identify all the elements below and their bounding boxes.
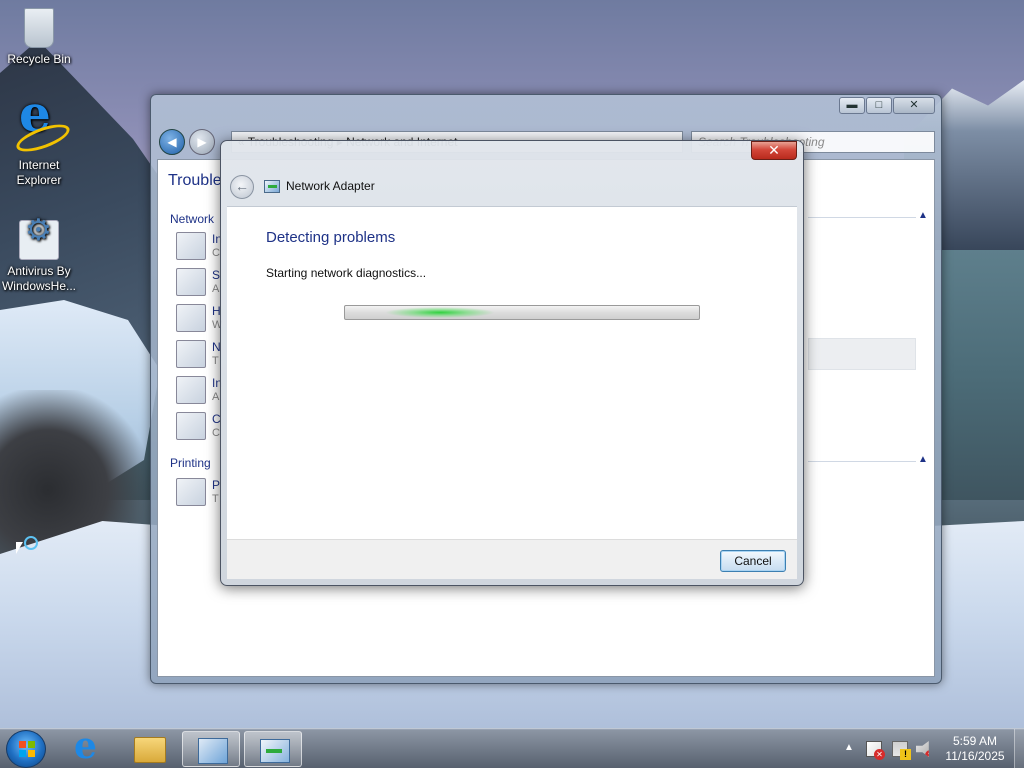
section-divider [808, 217, 916, 218]
desktop-icon-label: Antivirus By WindowsHe... [1, 264, 77, 293]
busy-cursor-icon [24, 536, 38, 550]
progress-bar [344, 305, 700, 320]
desktop-icon-label: Recycle Bin [7, 52, 71, 66]
cancel-button[interactable]: Cancel [720, 550, 786, 572]
desktop-icon-internet-explorer[interactable]: Internet Explorer [1, 106, 77, 188]
dialog-heading: Network Adapter [286, 179, 375, 193]
minimize-button[interactable]: ▬ [839, 97, 865, 114]
item-desc: A [212, 283, 220, 295]
network-adapter-dialog[interactable]: ✕ ← Network Adapter Detecting problems S… [220, 140, 804, 586]
recycle-bin-icon [24, 8, 54, 48]
dialog-title: Detecting problems [266, 229, 396, 246]
list-item[interactable]: In A [176, 376, 222, 408]
system-clock[interactable]: 5:59 AM 11/16/2025 [940, 734, 1010, 764]
item-desc: C [212, 427, 220, 439]
network-status-icon[interactable] [892, 741, 911, 760]
incoming-connections-icon [176, 376, 206, 404]
connection-workplace-icon [176, 412, 206, 440]
dialog-back-button[interactable]: ← [230, 175, 254, 199]
list-item[interactable]: H W [176, 304, 222, 336]
action-center-icon[interactable] [866, 741, 885, 760]
taskbar-network-adapter-button[interactable] [244, 731, 302, 767]
clock-date: 11/16/2025 [945, 749, 1005, 763]
start-button[interactable] [6, 730, 46, 768]
item-title: P [212, 478, 221, 492]
list-item[interactable]: S A [176, 268, 220, 300]
back-button[interactable]: ◀ [159, 129, 185, 155]
network-adapter-icon [264, 180, 280, 193]
desktop-icon-recycle-bin[interactable]: Recycle Bin [1, 8, 77, 67]
forward-button[interactable]: ▶ [189, 129, 215, 155]
status-text: Starting network diagnostics... [266, 266, 427, 280]
show-hidden-icons-button[interactable]: ▲ [844, 742, 854, 753]
selected-row-highlight [808, 338, 916, 370]
list-item[interactable]: C C [176, 412, 221, 444]
dialog-footer: Cancel [227, 539, 797, 579]
close-button[interactable]: ✕ [893, 97, 935, 114]
desktop-icon-label: Internet Explorer [16, 158, 62, 187]
shared-folders-icon [176, 268, 206, 296]
taskbar: ▲ 5:59 AM 11/16/2025 [0, 725, 1024, 768]
network-adapter-icon [176, 340, 206, 368]
list-item[interactable]: In C [176, 232, 222, 264]
taskbar-internet-explorer-button[interactable] [58, 725, 116, 767]
item-desc: A [212, 391, 220, 403]
antivirus-icon [19, 220, 59, 260]
section-divider [808, 461, 916, 462]
item-desc: T [212, 355, 219, 367]
show-desktop-button[interactable] [1014, 729, 1024, 768]
internet-connections-icon [176, 232, 206, 260]
taskbar-file-explorer-button[interactable] [120, 731, 178, 767]
homegroup-icon [176, 304, 206, 332]
mouse-pointer-icon [16, 542, 23, 554]
printer-icon [176, 478, 206, 506]
collapse-printing-icon[interactable]: ▲ [918, 454, 928, 465]
list-item[interactable]: P T [176, 478, 220, 510]
dialog-close-button[interactable]: ✕ [751, 141, 797, 160]
taskbar-control-panel-button[interactable] [182, 731, 240, 767]
progress-indicator [385, 307, 495, 318]
item-desc: C [212, 247, 220, 259]
item-desc: T [212, 493, 219, 505]
volume-muted-icon[interactable] [916, 741, 929, 757]
item-title: S [212, 268, 221, 282]
section-printing[interactable]: Printing [170, 456, 211, 470]
section-network[interactable]: Network [170, 212, 214, 226]
maximize-button[interactable]: □ [866, 97, 892, 114]
page-title: Trouble [168, 172, 222, 189]
desktop-icon-antivirus[interactable]: Antivirus By WindowsHe... [1, 220, 77, 294]
dialog-body: Detecting problems Starting network diag… [227, 206, 797, 539]
clock-time: 5:59 AM [952, 734, 998, 748]
collapse-network-icon[interactable]: ▲ [918, 210, 928, 221]
list-item[interactable]: N T [176, 340, 221, 372]
internet-explorer-icon [19, 106, 59, 154]
window-controls: ▬ □ ✕ [838, 97, 935, 114]
